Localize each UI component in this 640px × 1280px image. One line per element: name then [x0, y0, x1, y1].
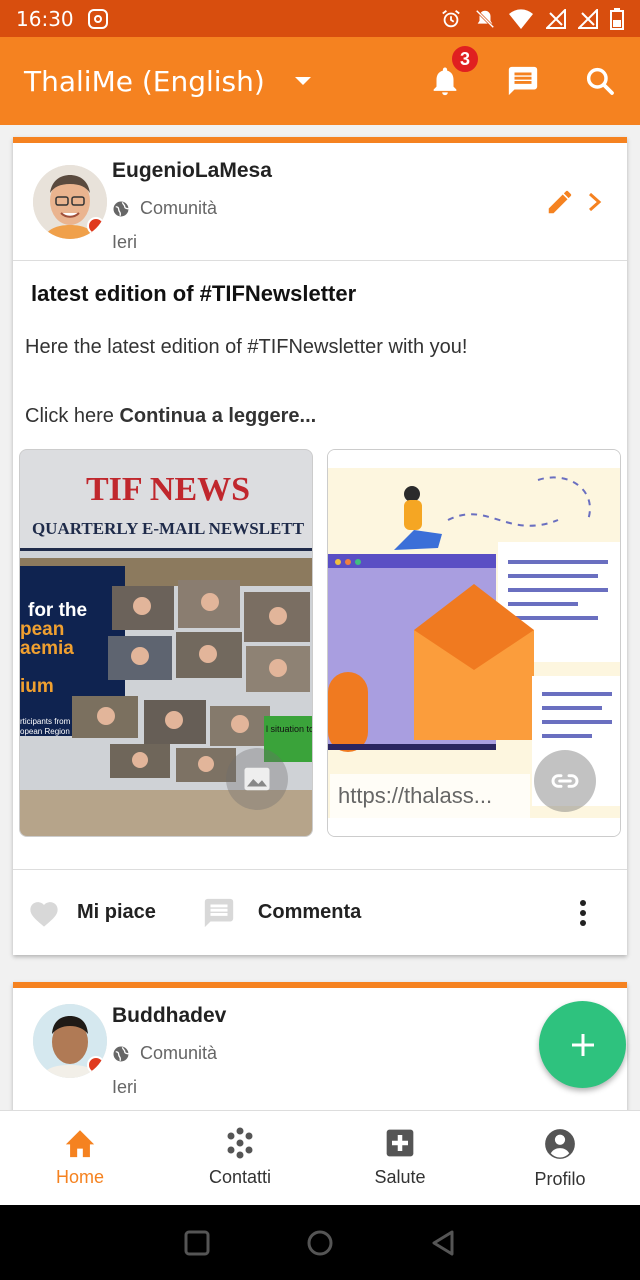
signal-icon	[546, 8, 566, 29]
link-preview[interactable]: https://thalass...	[327, 449, 621, 837]
profile-icon	[545, 1129, 575, 1159]
nav-contacts-label: Contatti	[208, 1167, 272, 1187]
newsletter-heading: TIF NEWS	[86, 471, 250, 508]
signal-icon-2	[578, 8, 598, 29]
notification-badge: 3	[450, 44, 480, 74]
post-date: Ieri	[112, 232, 138, 252]
newsletter-panel-line3: aemia	[20, 638, 74, 659]
read-more-link[interactable]: Continua a leggere...	[119, 405, 316, 427]
community-title[interactable]: ThaliMe (English)	[24, 65, 265, 98]
post-author[interactable]: Buddhadev	[112, 1004, 226, 1028]
create-post-button[interactable]	[539, 1001, 626, 1088]
nav-health[interactable]: Salute	[320, 1111, 480, 1205]
system-navigation-bar	[0, 1205, 640, 1280]
post-header-actions	[545, 187, 603, 217]
globe-icon	[113, 201, 129, 216]
post-body-text: Here the latest edition of #TIFNewslette…	[25, 336, 468, 358]
home-button-icon[interactable]	[306, 1229, 334, 1257]
post-header: Buddhadev Comunità Ieri	[13, 988, 627, 1106]
nav-profile[interactable]: Profilo	[480, 1111, 640, 1205]
nav-home-label: Home	[55, 1167, 104, 1187]
globe-icon	[113, 1046, 129, 1061]
post-audience-label: Comunità	[140, 1043, 218, 1063]
status-icons	[440, 7, 624, 30]
heart-icon	[30, 901, 58, 927]
search-icon[interactable]	[584, 65, 616, 97]
post-audience: Comunità	[112, 198, 217, 219]
status-time: 16:30	[16, 6, 74, 31]
comment-label: Commenta	[257, 901, 362, 923]
post-author[interactable]: EugenioLaMesa	[112, 159, 272, 183]
link-icon	[551, 774, 579, 788]
post-header: EugenioLaMesa Comunità Ieri	[13, 143, 627, 261]
edit-pencil-icon[interactable]	[545, 187, 575, 217]
dropdown-caret-icon[interactable]	[294, 77, 311, 85]
instagram-icon	[87, 8, 108, 29]
post-card[interactable]: Buddhadev Comunità Ieri	[13, 982, 627, 1110]
image-type-badge	[226, 748, 288, 810]
app-bar: ThaliMe (English) 3	[0, 37, 640, 125]
comment-icon	[204, 898, 234, 927]
post-body: Here the latest edition of #TIFNewslette…	[13, 307, 627, 426]
post-audience-label: Comunità	[140, 198, 218, 218]
newsletter-panel-small1: rticipants from	[20, 717, 71, 726]
battery-icon	[610, 7, 624, 30]
health-icon	[386, 1129, 414, 1157]
app-bar-actions: 3	[428, 44, 616, 98]
like-label: Mi piace	[77, 901, 156, 923]
comment-button[interactable]: Commenta	[202, 896, 361, 930]
alarm-icon	[442, 9, 460, 27]
post-card[interactable]: EugenioLaMesa Comunità Ieri latest editi…	[13, 137, 627, 955]
plus-icon	[571, 1033, 594, 1056]
newsletter-panel-small2: opean Region	[20, 727, 70, 736]
post-footer: Mi piace Commenta	[13, 869, 627, 955]
post-audience: Comunità	[112, 1043, 217, 1064]
newsletter-panel-line1: for the	[28, 600, 87, 621]
post-date: Ieri	[112, 1077, 138, 1097]
newsletter-side-text: l situation to da	[266, 724, 313, 734]
chevron-right-icon[interactable]	[587, 191, 603, 213]
newsletter-subheading: QUARTERLY E-MAIL NEWSLETT	[32, 519, 305, 538]
recent-apps-icon[interactable]	[184, 1230, 210, 1256]
read-more-line: Click here Continua a leggere...	[25, 406, 615, 426]
newsletter-image[interactable]: TIF NEWS QUARTERLY E-MAIL NEWSLETT for t…	[19, 449, 313, 837]
wifi-icon	[509, 8, 533, 29]
newsletter-panel-line2: pean	[20, 619, 64, 640]
feed[interactable]: EugenioLaMesa Comunità Ieri latest editi…	[0, 125, 640, 1110]
contacts-icon	[227, 1127, 253, 1159]
like-button[interactable]: Mi piace	[27, 898, 156, 928]
post-title: latest edition of #TIFNewsletter	[31, 281, 357, 306]
nav-home[interactable]: Home	[0, 1111, 160, 1205]
link-preview-url[interactable]: https://thalass...	[330, 774, 530, 818]
notifications-off-icon	[475, 9, 495, 28]
more-options-icon[interactable]	[579, 899, 587, 927]
nav-contacts[interactable]: Contatti	[160, 1111, 320, 1205]
back-icon[interactable]	[430, 1229, 456, 1257]
newsletter-panel-line4: ium	[20, 676, 54, 697]
nav-health-label: Salute	[374, 1167, 426, 1187]
avatar[interactable]	[33, 1004, 107, 1078]
home-icon	[65, 1130, 95, 1158]
link-type-badge	[534, 750, 596, 812]
avatar[interactable]	[33, 165, 107, 239]
messages-icon[interactable]	[506, 64, 540, 98]
notifications-button[interactable]: 3	[428, 44, 480, 98]
read-more-prefix: Click here	[25, 405, 120, 427]
status-bar: 16:30	[0, 0, 640, 37]
post-media: TIF NEWS QUARTERLY E-MAIL NEWSLETT for t…	[19, 449, 621, 837]
image-icon	[244, 767, 270, 791]
bottom-navigation: Home Contatti Salute Profilo	[0, 1110, 640, 1205]
nav-profile-label: Profilo	[534, 1169, 586, 1189]
